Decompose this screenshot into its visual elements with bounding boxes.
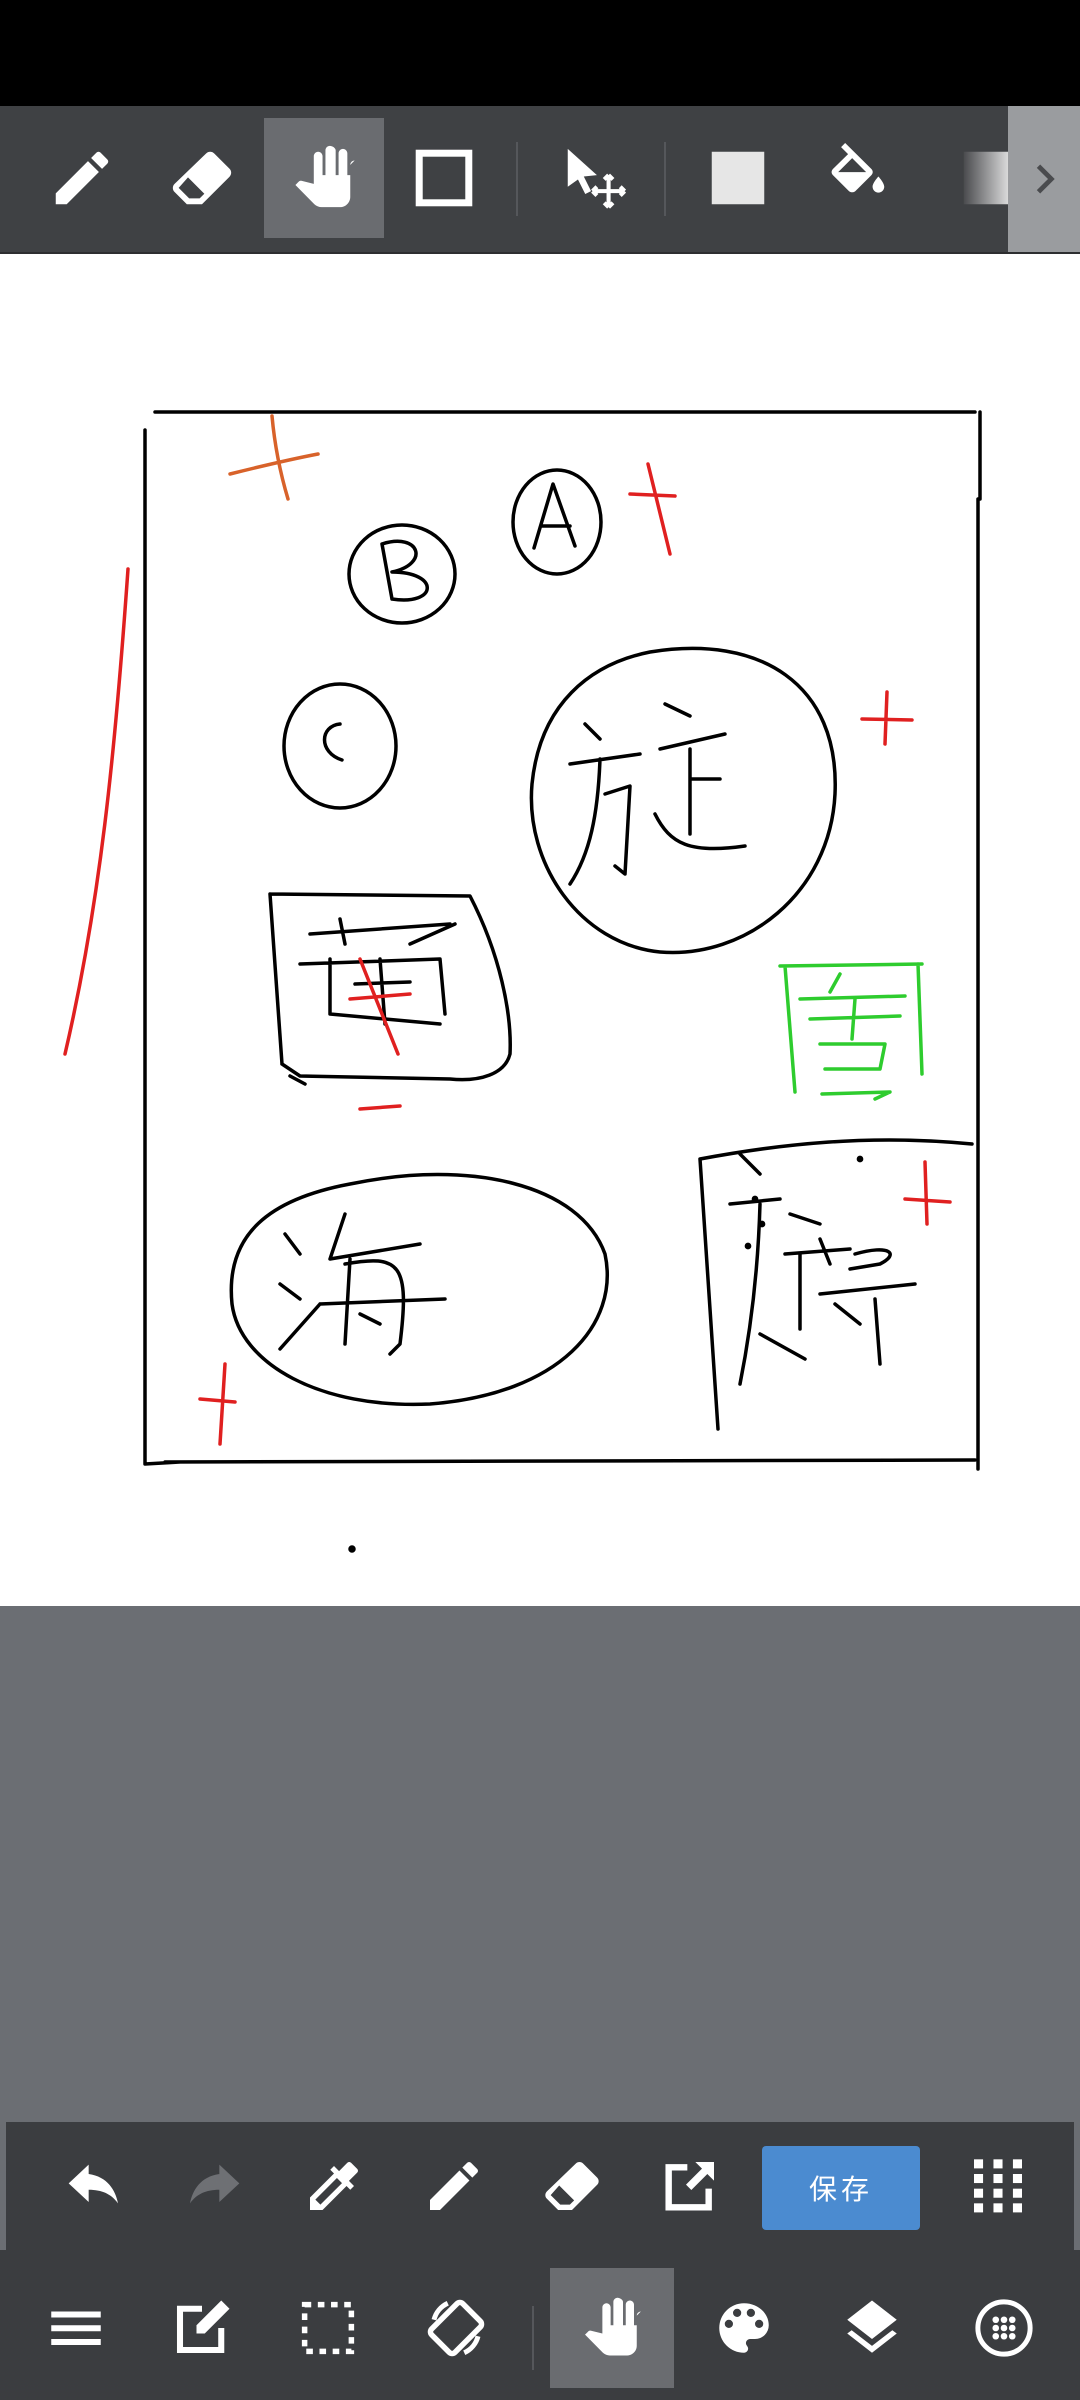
hand-tool-button[interactable] — [264, 118, 384, 238]
redo-button[interactable] — [164, 2136, 264, 2236]
undo-button[interactable] — [44, 2136, 144, 2236]
hand-button[interactable] — [550, 2268, 674, 2388]
fill-color-button[interactable] — [678, 118, 798, 238]
select-move-tool-button[interactable] — [534, 118, 654, 238]
red-line-left — [63, 567, 130, 1056]
rotate-icon — [427, 2299, 485, 2357]
red-cross — [198, 1362, 237, 1446]
box-nan — [268, 892, 512, 1086]
bottom-toolbar-primary: 保存 — [6, 2122, 1074, 2250]
box-lv — [698, 1138, 974, 1431]
export-button[interactable] — [640, 2136, 740, 2236]
rectangle-icon — [415, 149, 473, 207]
eraser-tool-button[interactable] — [142, 118, 262, 238]
brush-settings-button[interactable] — [942, 2268, 1066, 2388]
fill-square-icon — [711, 151, 765, 205]
grid-menu-button[interactable] — [948, 2136, 1048, 2236]
paint-bucket-tool-button[interactable] — [798, 118, 918, 238]
hand-icon — [295, 145, 355, 208]
circle-c — [282, 682, 398, 810]
bottom-toolbar-secondary — [0, 2250, 1080, 2400]
palette-button[interactable] — [682, 2268, 806, 2388]
chevron-right-icon — [1036, 164, 1055, 194]
edit-icon — [176, 2300, 230, 2354]
menu-icon — [51, 2311, 101, 2346]
pencil-icon — [430, 2162, 478, 2210]
selection-button[interactable] — [266, 2268, 390, 2388]
grid-menu-icon — [974, 2159, 1022, 2213]
red-cross — [903, 1160, 952, 1226]
eraser-icon — [545, 2162, 599, 2210]
toolbar-more-button[interactable] — [1008, 106, 1080, 252]
layers-icon — [847, 2300, 897, 2353]
hand-icon — [585, 2297, 641, 2356]
circle-a — [511, 468, 603, 576]
status-bar — [0, 0, 1080, 106]
undo-icon — [68, 2164, 118, 2204]
toolbar-separator — [532, 2306, 534, 2370]
canvas-drawing — [63, 410, 982, 1553]
brush-settings-icon — [975, 2299, 1033, 2357]
toolbar-separator — [664, 142, 666, 216]
paint-bucket-icon — [831, 143, 885, 193]
pencil-tool-button[interactable] — [22, 118, 142, 238]
eraser-icon — [172, 151, 232, 205]
layers-button[interactable] — [810, 2268, 934, 2388]
selection-icon — [301, 2301, 355, 2355]
edit-button[interactable] — [140, 2268, 264, 2388]
toolbar-separator — [516, 142, 518, 216]
circle-xuan — [529, 646, 837, 955]
pencil-button[interactable] — [404, 2136, 504, 2236]
red-cross — [860, 690, 914, 746]
rotate-button[interactable] — [394, 2268, 518, 2388]
redo-icon — [190, 2164, 240, 2204]
menu-button[interactable] — [14, 2268, 138, 2388]
eyedropper-icon — [310, 2162, 358, 2210]
palette-icon — [719, 2303, 769, 2353]
frame-line — [143, 410, 982, 1471]
green-xue — [778, 962, 924, 1101]
save-button[interactable]: 保存 — [762, 2146, 920, 2230]
rectangle-tool-button[interactable] — [384, 118, 504, 238]
export-icon — [665, 2162, 714, 2211]
pencil-icon — [55, 151, 109, 205]
orange-cross — [228, 414, 320, 501]
red-cross — [628, 462, 677, 556]
select-move-icon — [567, 148, 627, 209]
top-toolbar — [0, 106, 1080, 254]
drawing-canvas[interactable] — [0, 254, 1080, 1606]
eraser-button[interactable] — [522, 2136, 622, 2236]
eyedropper-button[interactable] — [284, 2136, 384, 2236]
